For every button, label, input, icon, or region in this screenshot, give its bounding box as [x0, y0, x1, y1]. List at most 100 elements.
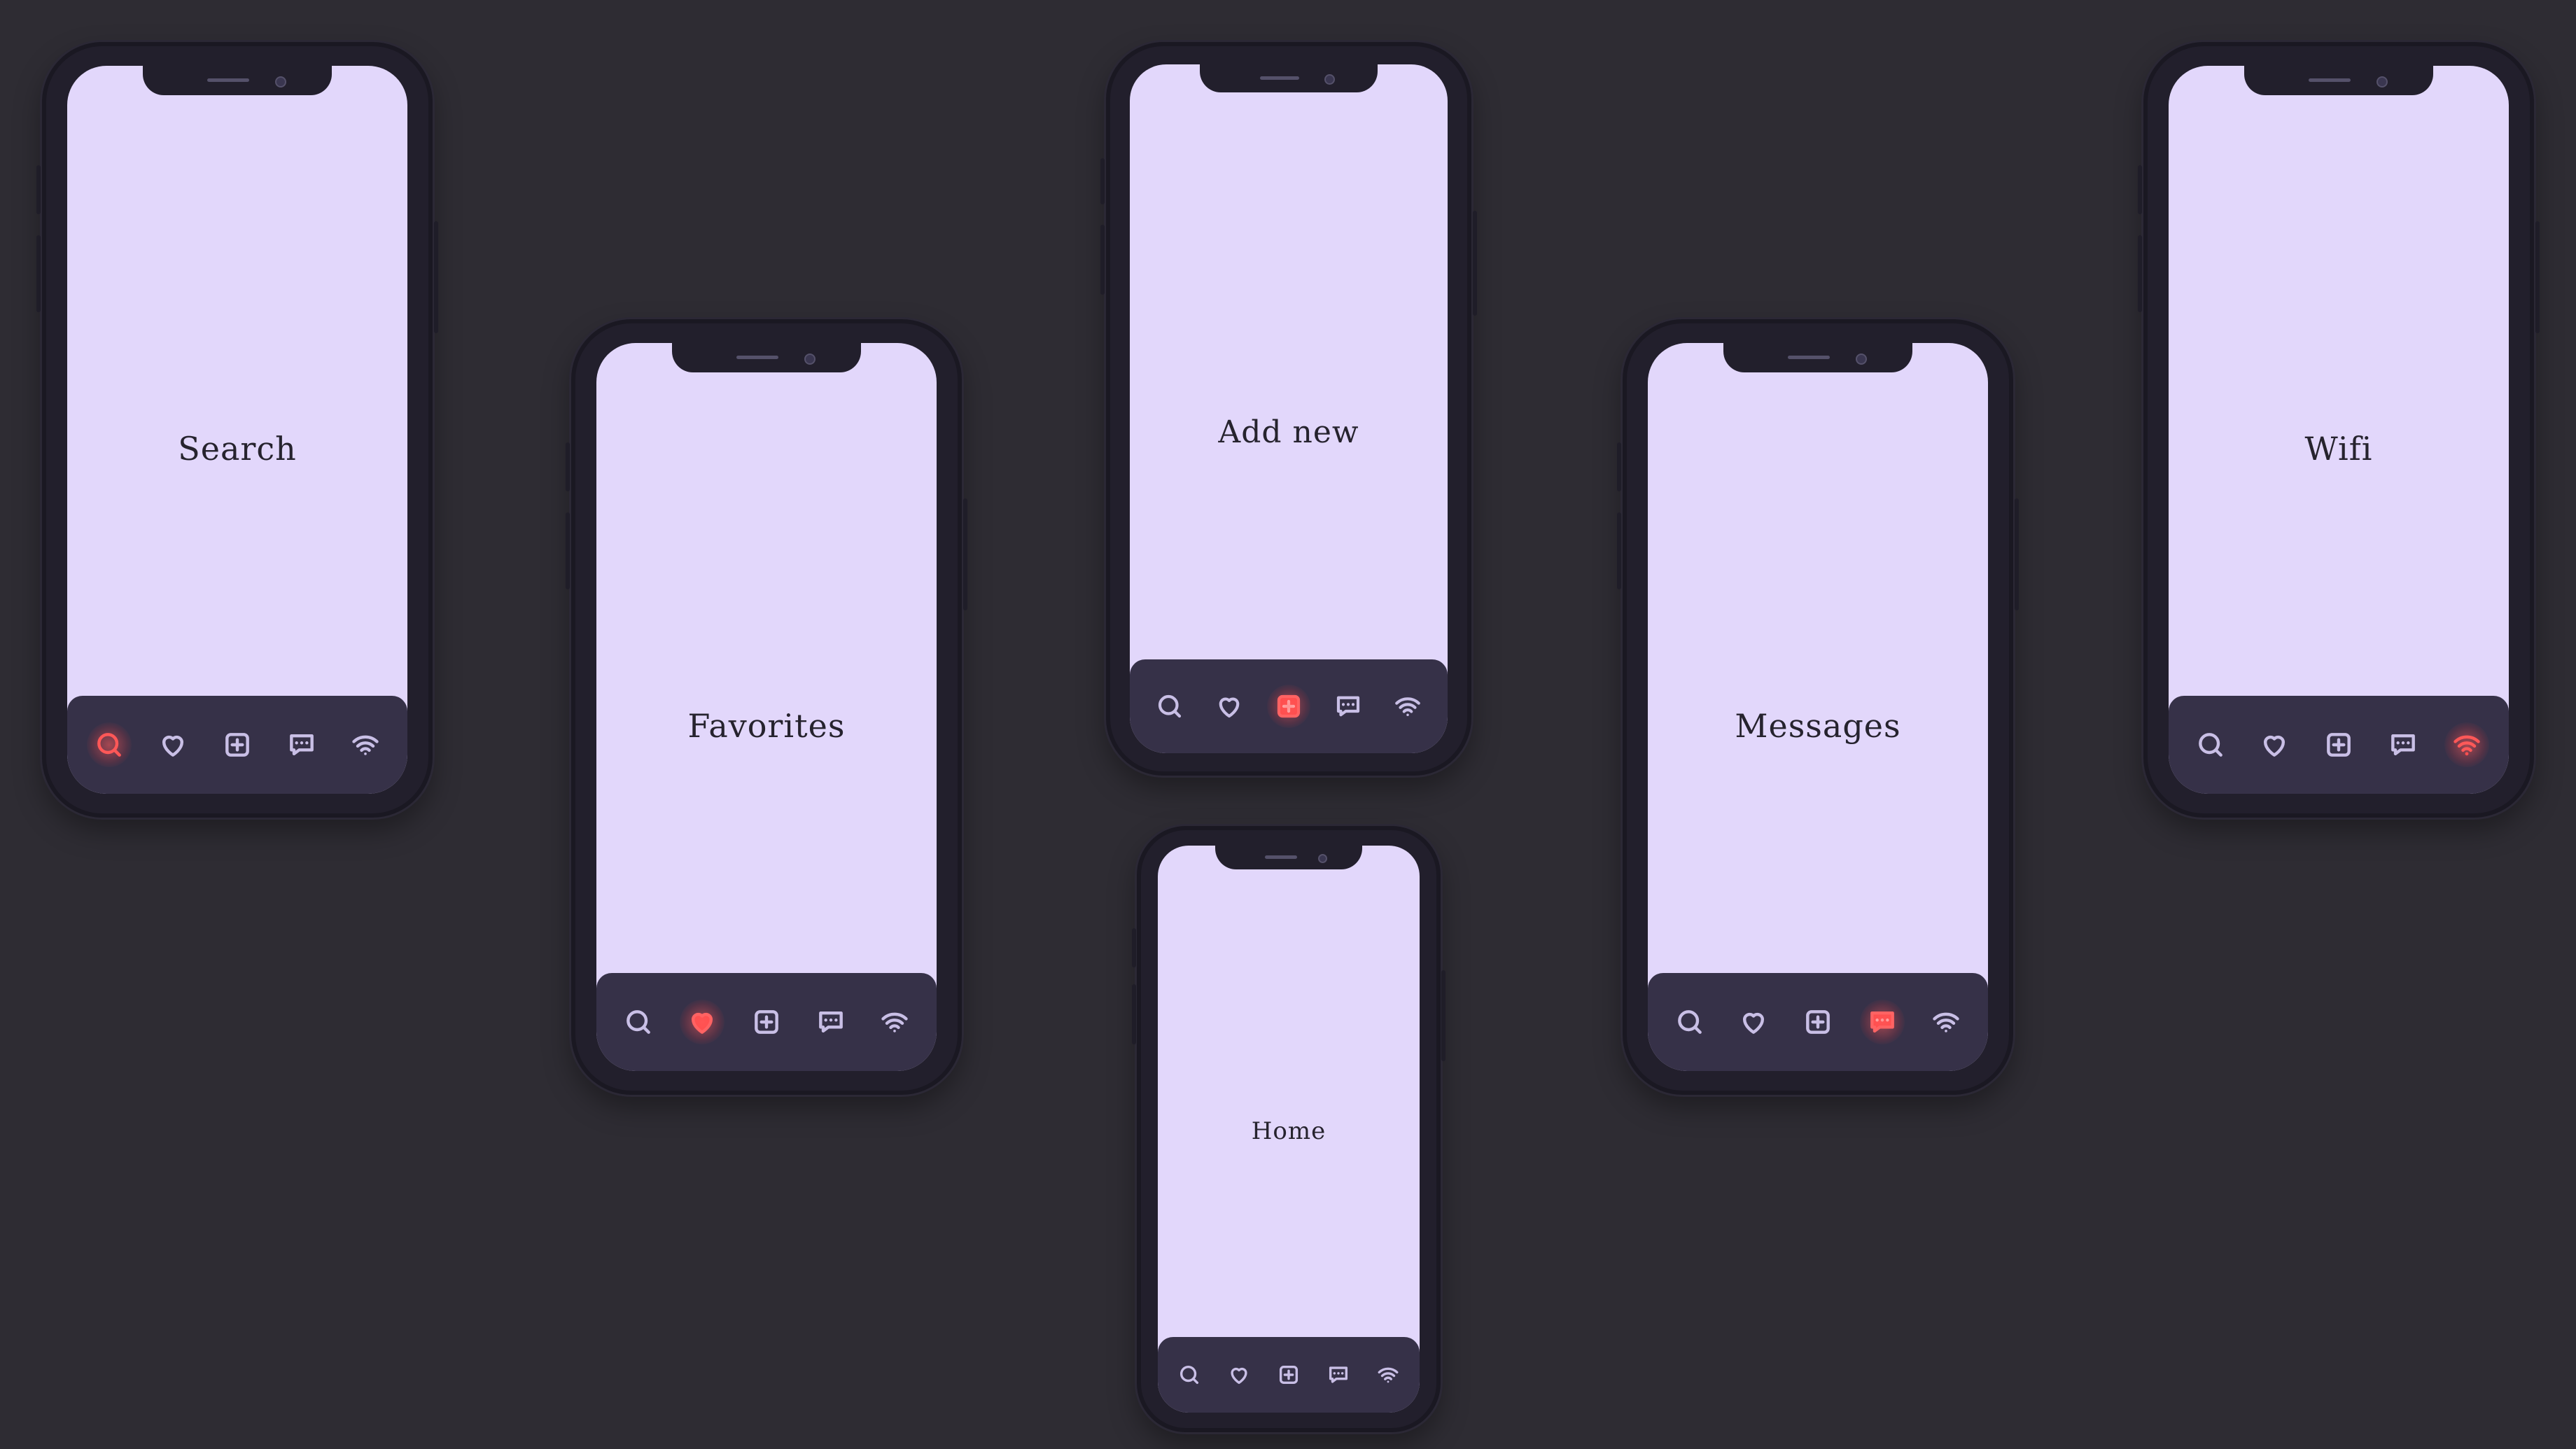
add-square-icon [225, 733, 249, 757]
bottom-nav-bar [596, 973, 937, 1071]
phone-notch [143, 66, 332, 95]
nav-search-button[interactable] [1177, 1363, 1201, 1387]
nav-search-button[interactable] [1155, 692, 1184, 721]
bottom-nav-bar [2169, 696, 2509, 794]
phone-screen: Search [67, 66, 407, 794]
message-icon [1870, 1011, 1894, 1033]
nav-messages-button[interactable] [1326, 1363, 1350, 1387]
phone-mockup-messages: Messages [1617, 319, 2019, 1095]
nav-favorites-button[interactable] [1738, 1007, 1769, 1037]
nav-wifi-button[interactable] [2444, 722, 2490, 767]
phone-notch [1723, 343, 1912, 372]
phone-mockup-wifi: Wifi [2138, 42, 2540, 818]
search-icon [1158, 694, 1181, 718]
nav-favorites-button[interactable] [1214, 692, 1244, 721]
wifi-icon [881, 1012, 908, 1032]
wifi-icon [352, 735, 379, 755]
message-icon [1329, 1366, 1348, 1383]
nav-messages-button[interactable] [1334, 692, 1363, 721]
search-icon [2198, 733, 2222, 757]
nav-wifi-button[interactable] [1393, 692, 1422, 721]
add-square-icon [1277, 694, 1301, 718]
nav-messages-button[interactable] [1859, 1000, 1905, 1044]
side-button [36, 235, 41, 312]
phone-screen: Home [1158, 846, 1420, 1413]
nav-add-button[interactable] [1802, 1007, 1833, 1037]
side-button [1100, 225, 1105, 295]
nav-add-button[interactable] [1266, 685, 1310, 728]
nav-search-button[interactable] [86, 722, 132, 767]
heart-icon [1743, 1012, 1765, 1034]
nav-messages-button[interactable] [816, 1007, 846, 1037]
phone-mockup-search: Search [36, 42, 438, 818]
nav-messages-button[interactable] [2388, 729, 2418, 760]
nav-add-button[interactable] [751, 1007, 782, 1037]
bottom-nav-bar [1158, 1337, 1420, 1413]
nav-wifi-button[interactable] [879, 1007, 910, 1037]
side-button [1617, 512, 1621, 589]
bottom-nav-bar [1648, 973, 1988, 1071]
nav-favorites-button[interactable] [158, 729, 188, 760]
heart-icon [1219, 697, 1240, 718]
phone-notch [672, 343, 861, 372]
side-button [566, 512, 570, 589]
nav-wifi-button[interactable] [1376, 1363, 1400, 1387]
add-square-icon [1806, 1010, 1830, 1034]
nav-search-button[interactable] [2195, 729, 2226, 760]
side-button [1132, 928, 1136, 967]
message-icon [818, 1011, 843, 1033]
side-button [2138, 165, 2142, 214]
nav-wifi-button[interactable] [1931, 1007, 1961, 1037]
heart-icon [162, 735, 184, 757]
phone-notch [1200, 64, 1378, 92]
screen-title: Favorites [687, 707, 846, 745]
nav-favorites-button[interactable] [1227, 1363, 1251, 1387]
search-icon [1677, 1010, 1702, 1034]
side-button [2138, 235, 2142, 312]
search-icon [1180, 1365, 1199, 1385]
message-icon [2390, 734, 2415, 756]
nav-messages-button[interactable] [286, 729, 317, 760]
phone-mockup-home: Home [1132, 826, 1446, 1432]
side-button [1473, 211, 1477, 316]
side-button [1132, 984, 1136, 1044]
nav-add-button[interactable] [2323, 729, 2354, 760]
heart-icon [2264, 735, 2286, 757]
side-button [434, 221, 438, 333]
phone-notch [2244, 66, 2433, 95]
phone-screen: Messages [1648, 343, 1988, 1071]
side-button [36, 165, 41, 214]
phone-mockup-favorites: Favorites [566, 319, 967, 1095]
bottom-nav-bar [67, 696, 407, 794]
nav-search-button[interactable] [1674, 1007, 1705, 1037]
side-button [2535, 221, 2540, 333]
nav-add-button[interactable] [222, 729, 253, 760]
wifi-icon [1395, 697, 1421, 716]
side-button [566, 442, 570, 491]
nav-search-button[interactable] [623, 1007, 654, 1037]
nav-favorites-button[interactable] [2259, 729, 2290, 760]
message-icon [289, 734, 314, 756]
phone-notch [1215, 846, 1362, 869]
wifi-icon [2454, 735, 2480, 756]
add-square-icon [755, 1010, 778, 1034]
phone-mockup-add-new: Add new [1100, 42, 1477, 776]
phone-screen: Wifi [2169, 66, 2509, 794]
side-button [1617, 442, 1621, 491]
bottom-nav-bar [1130, 659, 1448, 753]
nav-wifi-button[interactable] [350, 729, 381, 760]
side-button [1441, 970, 1446, 1061]
wifi-icon [1933, 1012, 1959, 1032]
add-square-icon [1279, 1365, 1298, 1385]
nav-favorites-button[interactable] [680, 1000, 725, 1044]
screen-title: Add new [1218, 414, 1359, 450]
heart-icon [692, 1012, 713, 1034]
screen-title: Home [1251, 1117, 1326, 1145]
wifi-icon [1378, 1367, 1399, 1383]
add-square-icon [2327, 733, 2351, 757]
heart-icon [1231, 1367, 1247, 1385]
side-button [1100, 158, 1105, 204]
message-icon [1337, 696, 1360, 717]
nav-add-button[interactable] [1277, 1363, 1301, 1387]
screen-title: Messages [1735, 707, 1901, 745]
